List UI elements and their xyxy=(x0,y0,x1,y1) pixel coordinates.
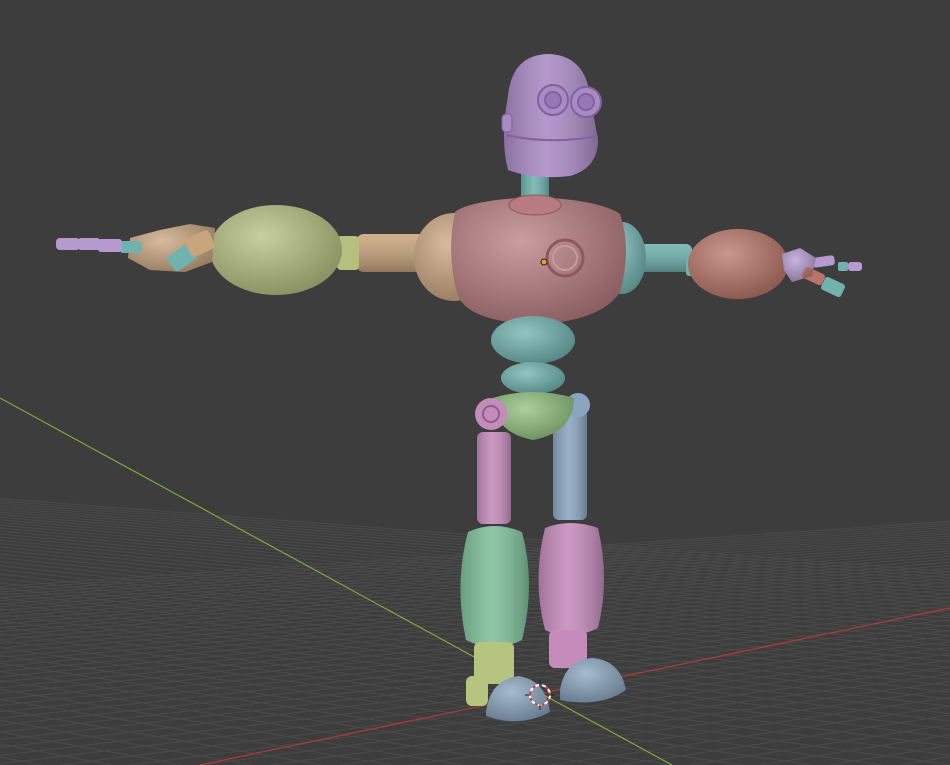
3d-viewport[interactable] xyxy=(0,0,950,765)
horizon-fade xyxy=(0,380,950,500)
object-origin-marker xyxy=(540,258,548,266)
scene-canvas[interactable] xyxy=(0,0,950,765)
neck-collar xyxy=(508,194,562,216)
